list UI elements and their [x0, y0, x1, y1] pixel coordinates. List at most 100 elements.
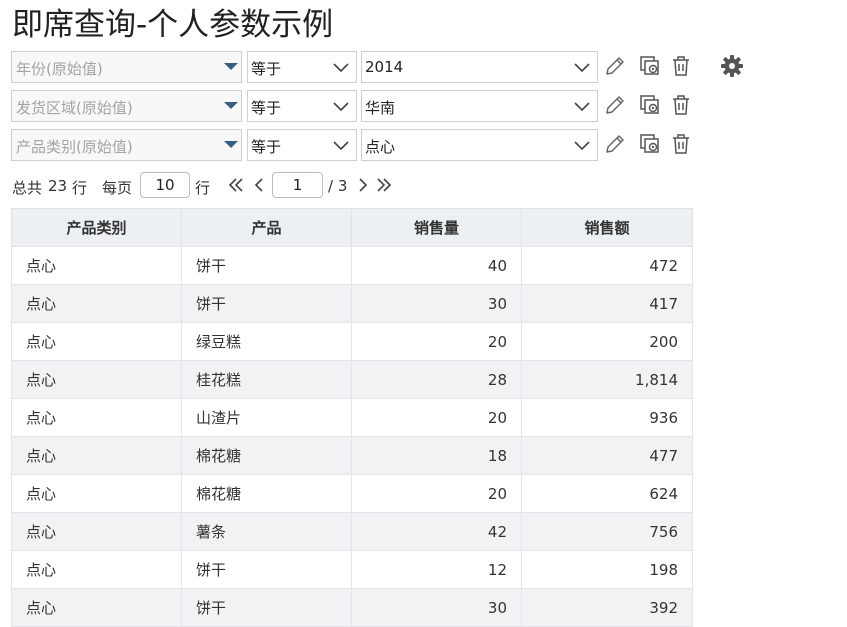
table-row: 点心 饼干 12 198: [11, 550, 693, 589]
table-row: 点心 薯条 42 756: [11, 512, 693, 551]
column-header-product[interactable]: 产品: [181, 208, 352, 247]
value-select-value: 点心: [365, 138, 396, 156]
pencil-icon: [606, 96, 624, 114]
cell-quantity: 30: [351, 284, 522, 323]
prev-page-button[interactable]: [249, 175, 269, 195]
cell-product: 桂花糕: [181, 360, 352, 399]
cell-quantity: 42: [351, 512, 522, 551]
edit-filter-button[interactable]: [602, 131, 628, 157]
filter-settings-button[interactable]: [637, 53, 663, 79]
trash-icon: [673, 134, 689, 154]
cell-quantity: 20: [351, 322, 522, 361]
chevron-right-icon: [359, 178, 368, 192]
trash-icon: [673, 56, 689, 76]
cell-amount: 200: [521, 322, 693, 361]
filter-row-category: 产品类别(原始值) 等于 点心: [11, 129, 771, 161]
cell-category: 点心: [11, 512, 182, 551]
edit-filter-button[interactable]: [602, 92, 628, 118]
caret-down-icon: [224, 102, 238, 109]
cell-amount: 1,814: [521, 360, 693, 399]
page-title: 即席查询-个人参数示例: [12, 7, 334, 43]
per-page-label: 每页: [102, 179, 133, 197]
delete-filter-button[interactable]: [668, 92, 694, 118]
caret-down-icon: [224, 63, 238, 70]
total-count: 23: [48, 177, 68, 195]
copy-settings-icon: [640, 95, 659, 114]
cell-amount: 756: [521, 512, 693, 551]
field-select-category[interactable]: 产品类别(原始值): [11, 129, 242, 161]
operator-select-category[interactable]: 等于: [247, 129, 357, 161]
column-header-amount[interactable]: 销售额: [521, 208, 693, 247]
table-row: 点心 饼干 30 417: [11, 284, 693, 323]
cell-product: 薯条: [181, 512, 352, 551]
settings-button[interactable]: [719, 53, 745, 79]
gear-icon: [721, 55, 743, 77]
table-row: 点心 饼干 30 392: [11, 588, 693, 627]
value-select-category[interactable]: 点心: [361, 129, 598, 161]
field-select-placeholder: 发货区域(原始值): [16, 99, 133, 117]
delete-filter-button[interactable]: [668, 53, 694, 79]
last-page-button[interactable]: [374, 175, 394, 195]
total-suffix: 行: [72, 179, 88, 197]
cell-category: 点心: [11, 436, 182, 475]
cell-product: 饼干: [181, 550, 352, 589]
table-row: 点心 桂花糕 28 1,814: [11, 360, 693, 399]
chevron-down-icon: [333, 141, 349, 151]
chevron-down-icon: [333, 102, 349, 112]
cell-category: 点心: [11, 284, 182, 323]
table-row: 点心 饼干 40 472: [11, 246, 693, 285]
chevron-down-icon: [574, 63, 590, 73]
value-select-region[interactable]: 华南: [361, 90, 598, 122]
column-header-quantity[interactable]: 销售量: [351, 208, 522, 247]
value-select-value: 华南: [365, 99, 396, 117]
cell-amount: 472: [521, 246, 693, 285]
filter-settings-button[interactable]: [637, 131, 663, 157]
field-select-placeholder: 产品类别(原始值): [16, 138, 133, 156]
field-select-placeholder: 年份(原始值): [16, 60, 103, 78]
table-row: 点心 绿豆糕 20 200: [11, 322, 693, 361]
cell-category: 点心: [11, 550, 182, 589]
per-page-input[interactable]: 10: [140, 172, 190, 198]
operator-value: 等于: [251, 60, 282, 78]
cell-quantity: 40: [351, 246, 522, 285]
field-select-region[interactable]: 发货区域(原始值): [11, 90, 242, 122]
total-pages: / 3: [328, 177, 348, 195]
cell-category: 点心: [11, 246, 182, 285]
first-page-button[interactable]: [226, 175, 246, 195]
trash-icon: [673, 95, 689, 115]
operator-value: 等于: [251, 138, 282, 156]
cell-amount: 624: [521, 474, 693, 513]
cell-amount: 392: [521, 588, 693, 627]
operator-select-year[interactable]: 等于: [247, 51, 357, 83]
chevron-down-icon: [574, 102, 590, 112]
per-page-suffix: 行: [195, 179, 211, 197]
cell-category: 点心: [11, 398, 182, 437]
column-header-category[interactable]: 产品类别: [11, 208, 182, 247]
cell-quantity: 12: [351, 550, 522, 589]
cell-quantity: 20: [351, 474, 522, 513]
next-page-button[interactable]: [353, 175, 373, 195]
cell-amount: 936: [521, 398, 693, 437]
value-select-year[interactable]: 2014: [361, 51, 598, 83]
pencil-icon: [606, 135, 624, 153]
edit-filter-button[interactable]: [602, 53, 628, 79]
total-prefix: 总共: [12, 179, 43, 197]
current-page-input[interactable]: 1: [272, 172, 323, 198]
chevron-down-icon: [333, 63, 349, 73]
cell-product: 山渣片: [181, 398, 352, 437]
pencil-icon: [606, 57, 624, 75]
cell-product: 饼干: [181, 246, 352, 285]
double-chevron-left-icon: [228, 178, 243, 192]
double-chevron-right-icon: [377, 178, 392, 192]
cell-product: 饼干: [181, 284, 352, 323]
cell-amount: 198: [521, 550, 693, 589]
chevron-down-icon: [574, 141, 590, 151]
delete-filter-button[interactable]: [668, 131, 694, 157]
cell-product: 棉花糖: [181, 436, 352, 475]
cell-category: 点心: [11, 360, 182, 399]
table-row: 点心 棉花糖 18 477: [11, 436, 693, 475]
operator-select-region[interactable]: 等于: [247, 90, 357, 122]
table-row: 点心 棉花糖 20 624: [11, 474, 693, 513]
field-select-year[interactable]: 年份(原始值): [11, 51, 242, 83]
filter-settings-button[interactable]: [637, 92, 663, 118]
